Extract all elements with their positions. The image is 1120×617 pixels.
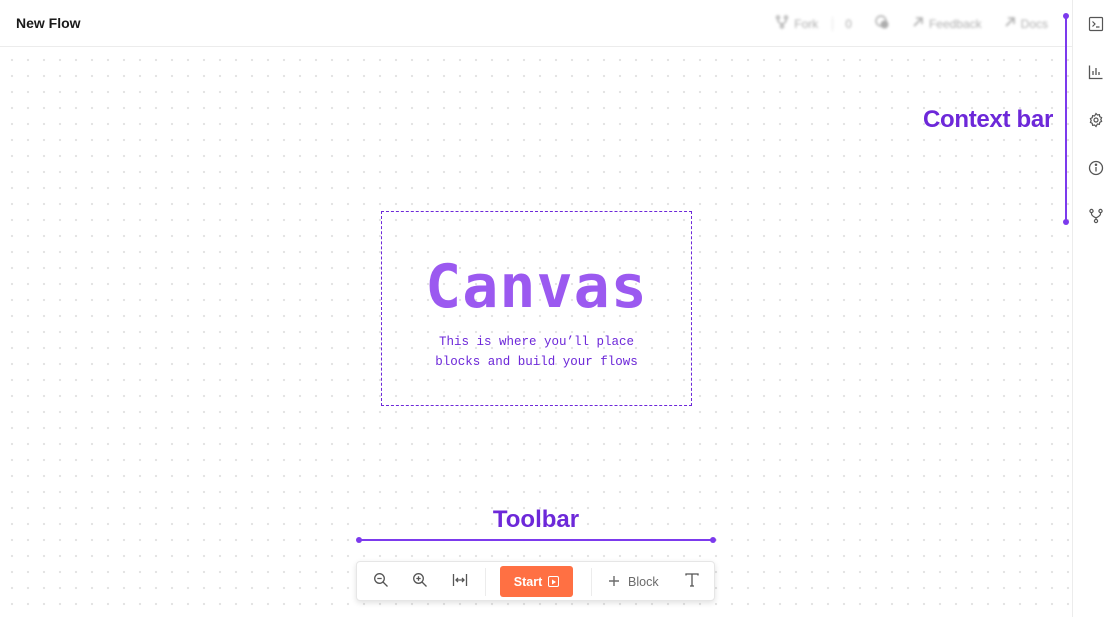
add-block-button[interactable]: Block <box>608 570 659 594</box>
add-block-label: Block <box>628 575 659 589</box>
toolbar-annotation-line <box>358 539 714 541</box>
add-text-button[interactable] <box>682 572 702 592</box>
toolbar-annotation-dot <box>356 537 362 543</box>
zoom-in-button[interactable] <box>410 572 430 592</box>
branch-icon[interactable] <box>1087 207 1105 225</box>
toolbar-annotation-label: Toolbar <box>492 506 580 533</box>
theme-icon <box>874 14 890 33</box>
canvas-annotation-title: Canvas <box>425 252 648 322</box>
zoom-out-icon <box>373 572 389 593</box>
docs-label: Docs <box>1020 16 1048 31</box>
context-bar <box>1072 0 1120 617</box>
header-actions: Fork 0 Feedback Docs <box>775 14 1048 33</box>
canvas-subtitle-line: blocks and build your flows <box>435 355 638 369</box>
toolbar-divider <box>591 568 592 596</box>
fit-view-button[interactable] <box>450 572 470 592</box>
canvas-annotation-subtitle: This is where you’ll place blocks and bu… <box>382 332 691 372</box>
feedback-link[interactable]: Feedback <box>912 16 982 31</box>
fork-label: Fork <box>794 16 819 31</box>
flow-title[interactable]: New Flow <box>16 15 81 31</box>
start-button[interactable]: Start <box>500 566 573 597</box>
arrow-up-right-icon <box>1004 16 1016 31</box>
start-label: Start <box>513 574 543 589</box>
fork-icon <box>775 15 789 32</box>
bar-chart-icon[interactable] <box>1087 63 1105 81</box>
toolbar-annotation-dot <box>710 537 716 543</box>
bottom-toolbar: Start Block <box>356 561 715 601</box>
top-header: New Flow Fork 0 Feedback Docs <box>0 0 1072 47</box>
arrow-up-right-icon <box>912 16 924 31</box>
header-divider <box>832 16 834 31</box>
toolbar-divider <box>485 568 486 596</box>
context-bar-annotation-dot <box>1063 13 1069 19</box>
text-icon <box>684 572 700 593</box>
plus-icon <box>608 575 620 590</box>
fork-count: 0 <box>845 16 852 31</box>
context-bar-annotation-line <box>1065 15 1067 222</box>
theme-toggle-button[interactable] <box>874 14 890 33</box>
canvas-subtitle-line: This is where you’ll place <box>438 335 635 349</box>
zoom-in-icon <box>412 572 428 593</box>
fit-width-icon <box>452 572 468 593</box>
context-bar-annotation-dot <box>1063 219 1069 225</box>
canvas-annotation: Canvas This is where you’ll place blocks… <box>381 211 692 406</box>
context-bar-annotation-label: Context bar <box>922 106 1053 133</box>
info-icon[interactable] <box>1087 159 1105 177</box>
docs-link[interactable]: Docs <box>1004 16 1048 31</box>
zoom-out-button[interactable] <box>371 572 391 592</box>
fork-button[interactable]: Fork <box>775 15 818 32</box>
app-window: New Flow Fork 0 Feedback Docs Canvas Thi… <box>0 0 1120 617</box>
play-icon <box>548 576 560 587</box>
terminal-icon[interactable] <box>1087 15 1105 33</box>
feedback-label: Feedback <box>928 16 982 31</box>
settings-icon[interactable] <box>1087 111 1105 129</box>
